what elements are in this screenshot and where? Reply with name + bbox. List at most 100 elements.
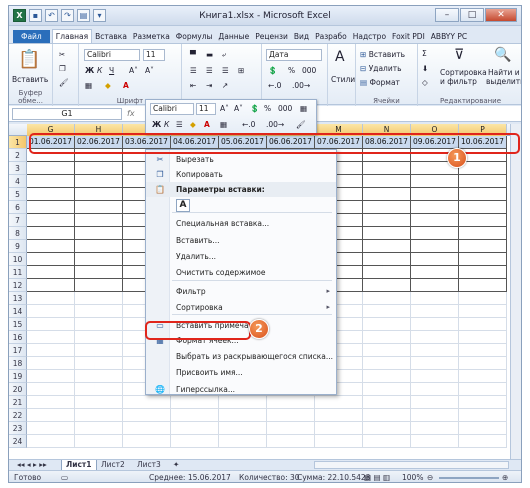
cell-P9[interactable] bbox=[459, 240, 507, 253]
cell-N18[interactable] bbox=[363, 357, 411, 370]
cell-N3[interactable] bbox=[363, 162, 411, 175]
cell-G1[interactable]: 01.06.2017 bbox=[27, 136, 75, 149]
row-header-19[interactable]: 19 bbox=[9, 370, 27, 383]
underline-button[interactable]: Ч bbox=[109, 66, 114, 75]
cell-I23[interactable] bbox=[123, 422, 171, 435]
cell-O13[interactable] bbox=[411, 292, 459, 305]
cell-J24[interactable] bbox=[171, 435, 219, 448]
cell-N5[interactable] bbox=[363, 188, 411, 201]
cell-G22[interactable] bbox=[27, 409, 75, 422]
align-right-icon[interactable]: ☰ bbox=[222, 66, 229, 75]
cell-M24[interactable] bbox=[315, 435, 363, 448]
mini-brush-icon[interactable]: 🖌 bbox=[296, 120, 306, 129]
cell-K23[interactable] bbox=[219, 422, 267, 435]
thousands-button[interactable]: 000 bbox=[302, 66, 316, 75]
cell-G18[interactable] bbox=[27, 357, 75, 370]
menu-item-13[interactable]: Присвоить имя... bbox=[146, 365, 336, 380]
mini-align-icon[interactable]: ☰ bbox=[176, 120, 183, 129]
mini-currency-icon[interactable]: 💲 bbox=[250, 104, 259, 113]
row-header-24[interactable]: 24 bbox=[9, 435, 27, 448]
tab-7[interactable]: Вид bbox=[291, 30, 312, 43]
cell-O11[interactable] bbox=[411, 266, 459, 279]
cell-N10[interactable] bbox=[363, 253, 411, 266]
cell-H1[interactable]: 02.06.2017 bbox=[75, 136, 123, 149]
cell-H13[interactable] bbox=[75, 292, 123, 305]
cell-L23[interactable] bbox=[267, 422, 315, 435]
cell-N23[interactable] bbox=[363, 422, 411, 435]
cell-P18[interactable] bbox=[459, 357, 507, 370]
cell-I24[interactable] bbox=[123, 435, 171, 448]
cell-H10[interactable] bbox=[75, 253, 123, 266]
menu-item-1[interactable]: ❐ Копировать bbox=[146, 167, 336, 182]
cell-N14[interactable] bbox=[363, 305, 411, 318]
cell-M23[interactable] bbox=[315, 422, 363, 435]
cell-H11[interactable] bbox=[75, 266, 123, 279]
cell-H2[interactable] bbox=[75, 149, 123, 162]
cell-O24[interactable] bbox=[411, 435, 459, 448]
row-header-22[interactable]: 22 bbox=[9, 409, 27, 422]
find-select-label-2[interactable]: выделить bbox=[486, 77, 521, 86]
cell-G10[interactable] bbox=[27, 253, 75, 266]
italic-button[interactable]: К bbox=[97, 66, 102, 75]
align-left-icon[interactable]: ☰ bbox=[190, 66, 197, 75]
maximize-button[interactable]: □ bbox=[460, 8, 484, 22]
cell-O1[interactable]: 09.06.2017 bbox=[411, 136, 459, 149]
find-select-icon[interactable]: 🔍 bbox=[494, 47, 511, 63]
bold-button[interactable]: Ж bbox=[85, 66, 94, 75]
percent-button[interactable]: % bbox=[288, 66, 295, 75]
cell-N2[interactable] bbox=[363, 149, 411, 162]
insert-cells-button[interactable]: ⊞ Вставить bbox=[360, 50, 405, 59]
row-header-21[interactable]: 21 bbox=[9, 396, 27, 409]
cell-J22[interactable] bbox=[171, 409, 219, 422]
cell-H7[interactable] bbox=[75, 214, 123, 227]
cell-P22[interactable] bbox=[459, 409, 507, 422]
row-header-9[interactable]: 9 bbox=[9, 240, 27, 253]
vertical-scrollbar[interactable] bbox=[510, 124, 521, 459]
cell-G2[interactable] bbox=[27, 149, 75, 162]
cell-H5[interactable] bbox=[75, 188, 123, 201]
cell-O16[interactable] bbox=[411, 331, 459, 344]
cell-P8[interactable] bbox=[459, 227, 507, 240]
cell-O14[interactable] bbox=[411, 305, 459, 318]
cell-P4[interactable] bbox=[459, 175, 507, 188]
cell-N4[interactable] bbox=[363, 175, 411, 188]
menu-item-5[interactable]: Вставить... bbox=[146, 233, 336, 248]
cell-G16[interactable] bbox=[27, 331, 75, 344]
cell-G11[interactable] bbox=[27, 266, 75, 279]
tab-4[interactable]: Формулы bbox=[173, 30, 216, 43]
cell-N8[interactable] bbox=[363, 227, 411, 240]
cell-N11[interactable] bbox=[363, 266, 411, 279]
menu-item-3[interactable]: A bbox=[146, 197, 336, 212]
cell-K21[interactable] bbox=[219, 396, 267, 409]
cell-P24[interactable] bbox=[459, 435, 507, 448]
cell-G5[interactable] bbox=[27, 188, 75, 201]
menu-item-10[interactable]: ▭ Вставить примечание bbox=[146, 318, 336, 333]
macro-record-icon[interactable]: ▭ bbox=[61, 473, 68, 482]
cell-H20[interactable] bbox=[75, 383, 123, 396]
align-center-icon[interactable]: ☰ bbox=[206, 66, 213, 75]
mini-format-painter-icon[interactable]: ▦ bbox=[300, 104, 307, 113]
cell-H21[interactable] bbox=[75, 396, 123, 409]
sheet-tab-3[interactable]: Лист3 bbox=[133, 460, 165, 470]
cell-P10[interactable] bbox=[459, 253, 507, 266]
merge-icon[interactable]: ⊞ bbox=[238, 66, 244, 75]
decrease-decimal-icon[interactable]: .00→ bbox=[292, 81, 310, 90]
cell-K22[interactable] bbox=[219, 409, 267, 422]
row-header-14[interactable]: 14 bbox=[9, 305, 27, 318]
cell-G3[interactable] bbox=[27, 162, 75, 175]
paste-button[interactable]: Вставить bbox=[12, 75, 48, 84]
mini-font-combo[interactable]: Calibri bbox=[150, 103, 194, 115]
mini-fill-color-icon[interactable]: ◆ bbox=[190, 120, 196, 129]
cell-O10[interactable] bbox=[411, 253, 459, 266]
row-header-1[interactable]: 1 bbox=[9, 136, 27, 149]
cell-P15[interactable] bbox=[459, 318, 507, 331]
tab-2[interactable]: Вставка bbox=[92, 30, 130, 43]
cell-N20[interactable] bbox=[363, 383, 411, 396]
cell-O19[interactable] bbox=[411, 370, 459, 383]
menu-item-0[interactable]: ✂ Вырезать bbox=[146, 152, 336, 167]
row-header-12[interactable]: 12 bbox=[9, 279, 27, 292]
shrink-font-icon[interactable]: A˅ bbox=[145, 66, 154, 75]
align-top-icon[interactable]: ▀ bbox=[190, 50, 196, 59]
menu-item-9[interactable]: Сортировка ▸ bbox=[146, 300, 336, 315]
cell-P7[interactable] bbox=[459, 214, 507, 227]
